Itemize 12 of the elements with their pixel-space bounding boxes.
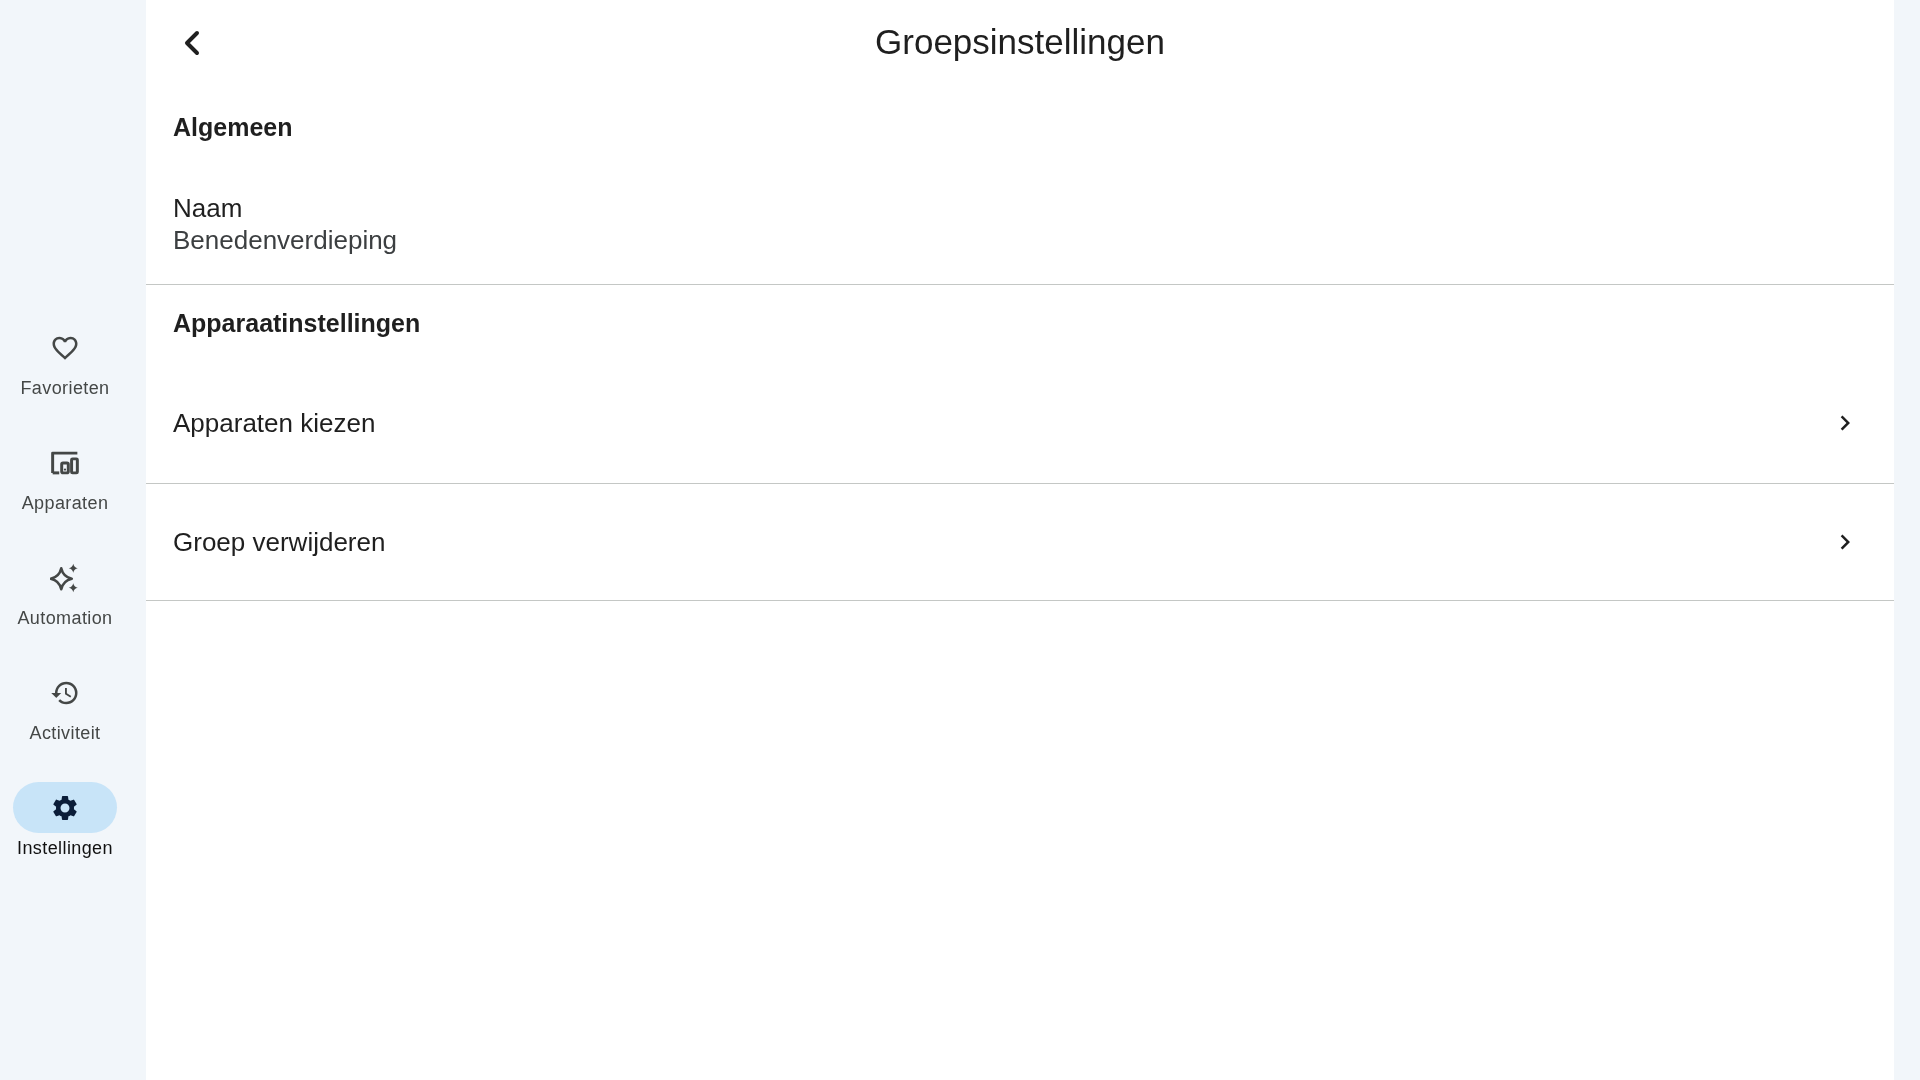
nav-item[interactable]: Favorieten	[13, 322, 117, 400]
section-heading: Algemeen	[173, 111, 293, 143]
nav-item[interactable]: Apparaten	[13, 437, 117, 515]
nav-item[interactable]: Activiteit	[13, 667, 117, 745]
page-title: Groepsinstellingen	[875, 21, 1165, 64]
nav-item[interactable]: Instellingen	[13, 782, 117, 860]
nav-item[interactable]: Automation	[13, 552, 117, 630]
devices-icon	[51, 450, 79, 475]
section-heading: Apparaatinstellingen	[173, 308, 421, 340]
setting-value: Benedenverdieping	[173, 224, 398, 256]
sparkle-icon	[50, 562, 80, 593]
setting-label: Naam	[173, 192, 243, 224]
